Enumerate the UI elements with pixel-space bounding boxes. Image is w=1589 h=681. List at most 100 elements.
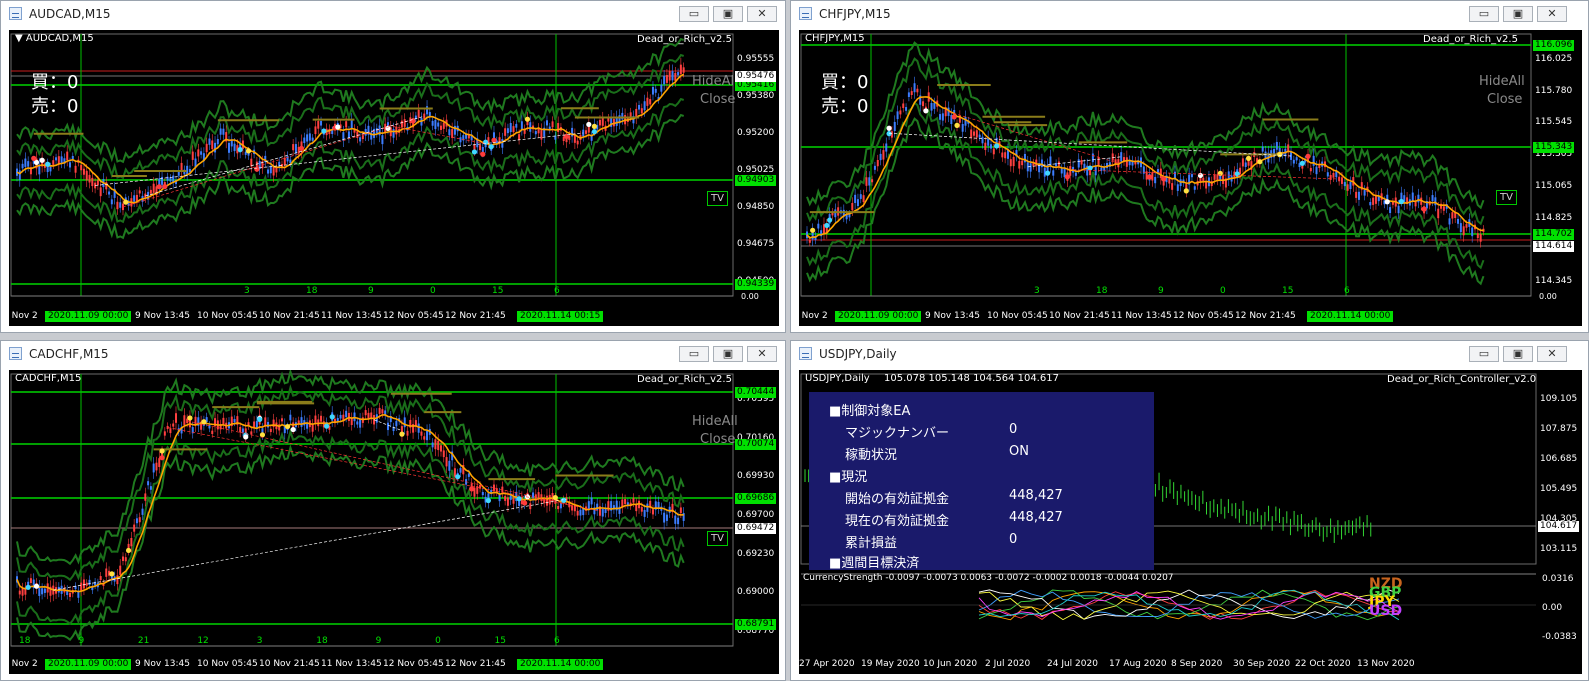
signal-marker	[298, 145, 305, 151]
chart-canvas[interactable]: CHFJPY,M15 Dead_or_Rich_v2.5 買：0 売：0 Hid…	[799, 30, 1582, 326]
signal-marker	[187, 415, 193, 421]
candle-body	[1125, 157, 1128, 167]
chart-symbol-label: USDJPY,Daily	[805, 373, 870, 384]
candle-body	[1001, 152, 1004, 158]
candle-body	[18, 590, 21, 595]
ea-label: Dead_or_Rich_Controller_v2.0	[1387, 374, 1537, 385]
price-tag: 115.343	[1533, 142, 1575, 153]
titlebar[interactable]: CADCHF,M15 ▭ ▣ ✕	[1, 341, 785, 368]
candle-body	[211, 140, 214, 150]
strength-tick-label: 0.0316	[1542, 574, 1574, 584]
close-button[interactable]: ✕	[1537, 346, 1567, 362]
candle-body	[41, 588, 44, 595]
signal-marker	[1299, 160, 1305, 166]
candle-body	[222, 417, 225, 425]
titlebar[interactable]: CHFJPY,M15 ▭ ▣ ✕	[791, 1, 1588, 28]
candle-body	[359, 137, 362, 142]
minimize-button[interactable]: ▭	[679, 6, 709, 22]
price-tick-label: 115.065	[1535, 180, 1573, 191]
candle-body	[426, 106, 429, 115]
close-button[interactable]: ✕	[747, 6, 777, 22]
close-button[interactable]: ✕	[1537, 6, 1567, 22]
signal-marker	[455, 474, 461, 480]
titlebar[interactable]: USDJPY,Daily ▭ ▣ ✕	[791, 341, 1588, 368]
count-label: 6	[554, 636, 560, 646]
candle-body	[49, 166, 52, 172]
candle-body	[74, 165, 77, 173]
minimize-button[interactable]: ▭	[679, 346, 709, 362]
count-label: 15	[494, 636, 506, 646]
maximize-button[interactable]: ▣	[1503, 346, 1533, 362]
candle-body	[481, 147, 484, 153]
window-title: CADCHF,M15	[29, 347, 109, 361]
candle-body	[1476, 233, 1479, 239]
candle-body	[910, 91, 913, 95]
candle-body	[94, 581, 97, 586]
time-tick-label: 9 Nov 13:45	[135, 311, 190, 321]
candle-body	[149, 189, 152, 194]
close-all-button[interactable]: Close	[700, 432, 735, 447]
candle-body	[1346, 184, 1349, 191]
candle-body	[1083, 163, 1086, 169]
signal-marker	[827, 217, 833, 223]
chart-canvas[interactable]: USDJPY,Daily 105.078 105.148 104.564 104…	[799, 370, 1582, 674]
candle-body	[1355, 191, 1358, 198]
candle-body	[437, 122, 440, 127]
maximize-button[interactable]: ▣	[713, 6, 743, 22]
candle-body	[876, 159, 879, 167]
candle-body	[80, 582, 83, 591]
candle-body	[1343, 182, 1346, 187]
tv-button[interactable]: TV	[707, 191, 728, 206]
chart-canvas[interactable]: ▼ AUDCAD,M15 Dead_or_Rich_v2.5 買：0 売：0 H…	[9, 30, 779, 326]
signal-marker	[335, 124, 341, 130]
minimize-button[interactable]: ▭	[1469, 346, 1499, 362]
candle-body	[68, 592, 71, 597]
window-chfjpy[interactable]: CHFJPY,M15 ▭ ▣ ✕ CHFJPY,M15 Dead_or_Rich…	[790, 0, 1589, 333]
price-tick-label: 103.115	[1540, 544, 1578, 554]
signal-marker	[1087, 165, 1093, 171]
info-heading-status: ■現況	[829, 470, 868, 485]
candle-body	[269, 166, 272, 174]
candle-body	[172, 423, 175, 427]
sell-count: 売：0	[821, 96, 869, 117]
candle-body	[448, 460, 451, 471]
candle-body	[222, 128, 225, 135]
band-line	[16, 384, 685, 582]
price-tick-label: 0.95200	[737, 128, 775, 138]
candle-body	[200, 151, 203, 155]
candle-body	[121, 556, 124, 561]
price-tag: 0.70444	[735, 387, 777, 398]
titlebar[interactable]: AUDCAD,M15 ▭ ▣ ✕	[1, 1, 785, 28]
window-audcad[interactable]: AUDCAD,M15 ▭ ▣ ✕ ▼ AUDCAD,M15 Dead_or_Ri…	[0, 0, 786, 333]
candle-body	[573, 504, 576, 512]
price-chart	[10, 370, 734, 647]
hideall-button[interactable]: HideAll	[692, 74, 738, 89]
price-tick-label: 114.345	[1535, 276, 1573, 286]
hideall-button[interactable]: HideAll	[1479, 74, 1525, 89]
signal-marker	[284, 423, 291, 430]
close-all-button[interactable]: Close	[1487, 92, 1522, 107]
candle-body	[1120, 152, 1123, 162]
minimize-button[interactable]: ▭	[1469, 6, 1499, 22]
close-button[interactable]: ✕	[747, 346, 777, 362]
signal-marker	[109, 571, 115, 577]
tv-button[interactable]: TV	[707, 531, 728, 546]
candle-body	[267, 421, 270, 428]
tv-button[interactable]: TV	[1496, 190, 1517, 205]
candle-body	[1055, 162, 1058, 167]
candle-body	[96, 180, 99, 186]
candle-body	[862, 195, 865, 203]
candle-body	[649, 99, 652, 105]
candle-body	[557, 506, 560, 510]
maximize-button[interactable]: ▣	[713, 346, 743, 362]
close-all-button[interactable]: Close	[700, 92, 735, 107]
hideall-button[interactable]: HideAll	[692, 414, 738, 429]
signal-marker	[201, 419, 207, 425]
candle-body	[638, 105, 641, 110]
maximize-button[interactable]: ▣	[1503, 6, 1533, 22]
chart-canvas[interactable]: CADCHF,M15 Dead_or_Rich_v2.5 HideAll Clo…	[9, 370, 779, 674]
candle-body	[660, 84, 663, 92]
window-usdjpy[interactable]: USDJPY,Daily ▭ ▣ ✕ USDJPY,Daily 105.078 …	[790, 340, 1589, 681]
window-cadchf[interactable]: CADCHF,M15 ▭ ▣ ✕ CADCHF,M15 Dead_or_Rich…	[0, 340, 786, 681]
candle-body	[1023, 153, 1026, 163]
